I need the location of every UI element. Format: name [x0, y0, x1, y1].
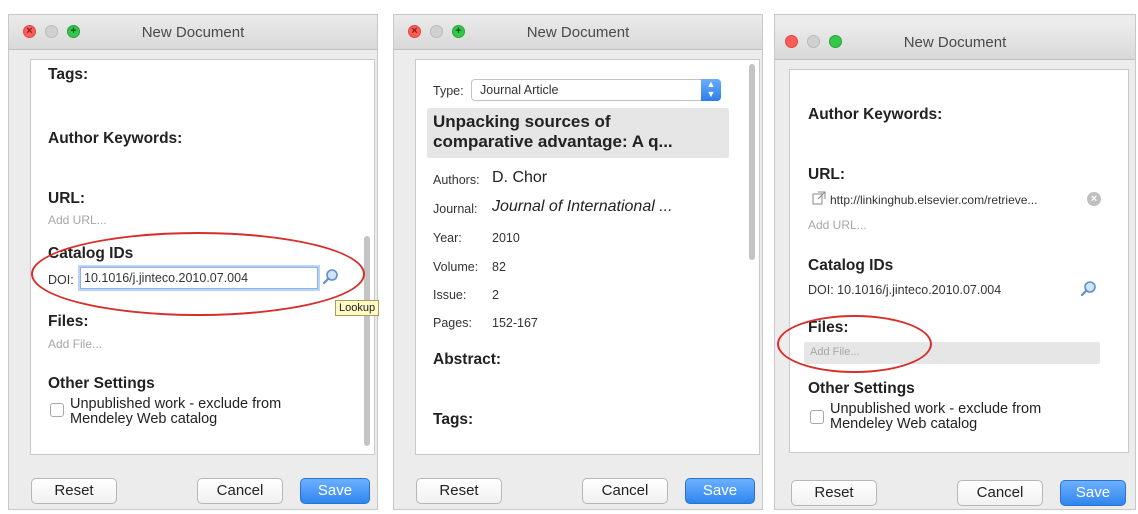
title-line1: Unpacking sources of	[433, 112, 611, 131]
lookup-tooltip-text: Lookup	[339, 302, 376, 314]
url-value[interactable]: http://linkinghub.elsevier.com/retrieve.…	[830, 193, 1037, 207]
abstract-label: Abstract:	[433, 351, 502, 368]
volume-label: Volume:	[433, 260, 479, 274]
journal-label: Journal:	[433, 202, 478, 216]
author-keywords-label: Author Keywords:	[48, 130, 183, 147]
tags-label: Tags:	[433, 411, 474, 428]
volume-value[interactable]: 82	[492, 260, 506, 274]
url-label: URL:	[48, 190, 86, 207]
save-button[interactable]: Save	[1060, 480, 1126, 506]
pages-label: Pages:	[433, 316, 472, 330]
authors-label: Authors:	[433, 173, 480, 187]
details-panel[interactable]: Author Keywords: URL: http://linkinghub.…	[789, 69, 1129, 453]
catalog-ids-label: Catalog IDs	[808, 257, 894, 274]
pages-value[interactable]: 152-167	[492, 316, 538, 330]
clear-icon[interactable]: ×	[1087, 192, 1101, 206]
title-line2: comparative advantage: A q...	[433, 132, 673, 151]
reset-button[interactable]: Reset	[791, 480, 877, 506]
authors-value[interactable]: D. Chor	[492, 169, 547, 187]
save-button[interactable]: Save	[300, 478, 370, 504]
url-label: URL:	[808, 166, 846, 183]
details-panel[interactable]: Type: Journal Article ▲ ▼ Unpacking sourc…	[415, 59, 760, 455]
title-bar: × + New Document	[9, 15, 377, 50]
lookup-tooltip: Lookup	[335, 300, 380, 316]
unpublished-label-line1: Unpublished work - exclude from	[830, 401, 1042, 417]
unpublished-label-line1: Unpublished work - exclude from	[70, 396, 282, 412]
annotation-ring-files	[777, 315, 932, 373]
reset-button[interactable]: Reset	[31, 478, 117, 504]
unpublished-label-line2: Mendeley Web catalog	[70, 411, 218, 427]
reset-button[interactable]: Reset	[416, 478, 502, 504]
type-select-value: Journal Article	[480, 83, 559, 97]
author-keywords-label: Author Keywords:	[808, 106, 943, 123]
title-bar: × + New Document	[394, 15, 762, 50]
doi-text[interactable]: DOI: 10.1016/j.jinteco.2010.07.004	[808, 283, 1001, 297]
new-document-window-2: × + New Document Type: Journal Article ▲…	[393, 14, 763, 510]
scrollbar-thumb[interactable]	[364, 236, 370, 446]
cancel-button[interactable]: Cancel	[957, 480, 1043, 506]
magnifier-icon[interactable]	[1080, 280, 1098, 298]
tags-label: Tags:	[48, 66, 89, 83]
add-url-link[interactable]: Add URL...	[808, 218, 867, 232]
files-label: Files:	[48, 313, 89, 330]
cancel-button[interactable]: Cancel	[197, 478, 283, 504]
issue-value[interactable]: 2	[492, 288, 499, 302]
new-document-window-1: × + New Document Tags: Author Keywords: …	[8, 14, 380, 510]
window-title: New Document	[526, 24, 630, 41]
window-title: New Document	[903, 34, 1007, 51]
cancel-button[interactable]: Cancel	[582, 478, 668, 504]
year-label: Year:	[433, 231, 462, 245]
window-title: New Document	[141, 24, 245, 41]
new-document-window-3: New Document Author Keywords: URL: http:…	[774, 14, 1136, 510]
save-button[interactable]: Save	[685, 478, 755, 504]
add-url-link[interactable]: Add URL...	[48, 213, 107, 227]
issue-label: Issue:	[433, 288, 467, 302]
unpublished-label-line2: Mendeley Web catalog	[830, 416, 978, 432]
title-field[interactable]: Unpacking sources of comparative advanta…	[427, 108, 729, 158]
type-select[interactable]: Journal Article ▲ ▼	[471, 79, 721, 101]
title-bar: New Document	[775, 25, 1135, 60]
scrollbar-thumb[interactable]	[749, 64, 755, 260]
type-label: Type:	[433, 84, 464, 98]
stepper-icon: ▲ ▼	[701, 79, 721, 101]
link-icon[interactable]	[812, 191, 826, 205]
journal-value[interactable]: Journal of International ...	[492, 198, 673, 216]
unpublished-checkbox[interactable]	[50, 403, 64, 417]
year-value[interactable]: 2010	[492, 231, 520, 245]
annotation-ring-doi	[31, 232, 365, 316]
other-settings-label: Other Settings	[808, 380, 915, 397]
unpublished-checkbox[interactable]	[810, 410, 824, 424]
other-settings-label: Other Settings	[48, 375, 155, 392]
add-file-link[interactable]: Add File...	[48, 337, 102, 351]
